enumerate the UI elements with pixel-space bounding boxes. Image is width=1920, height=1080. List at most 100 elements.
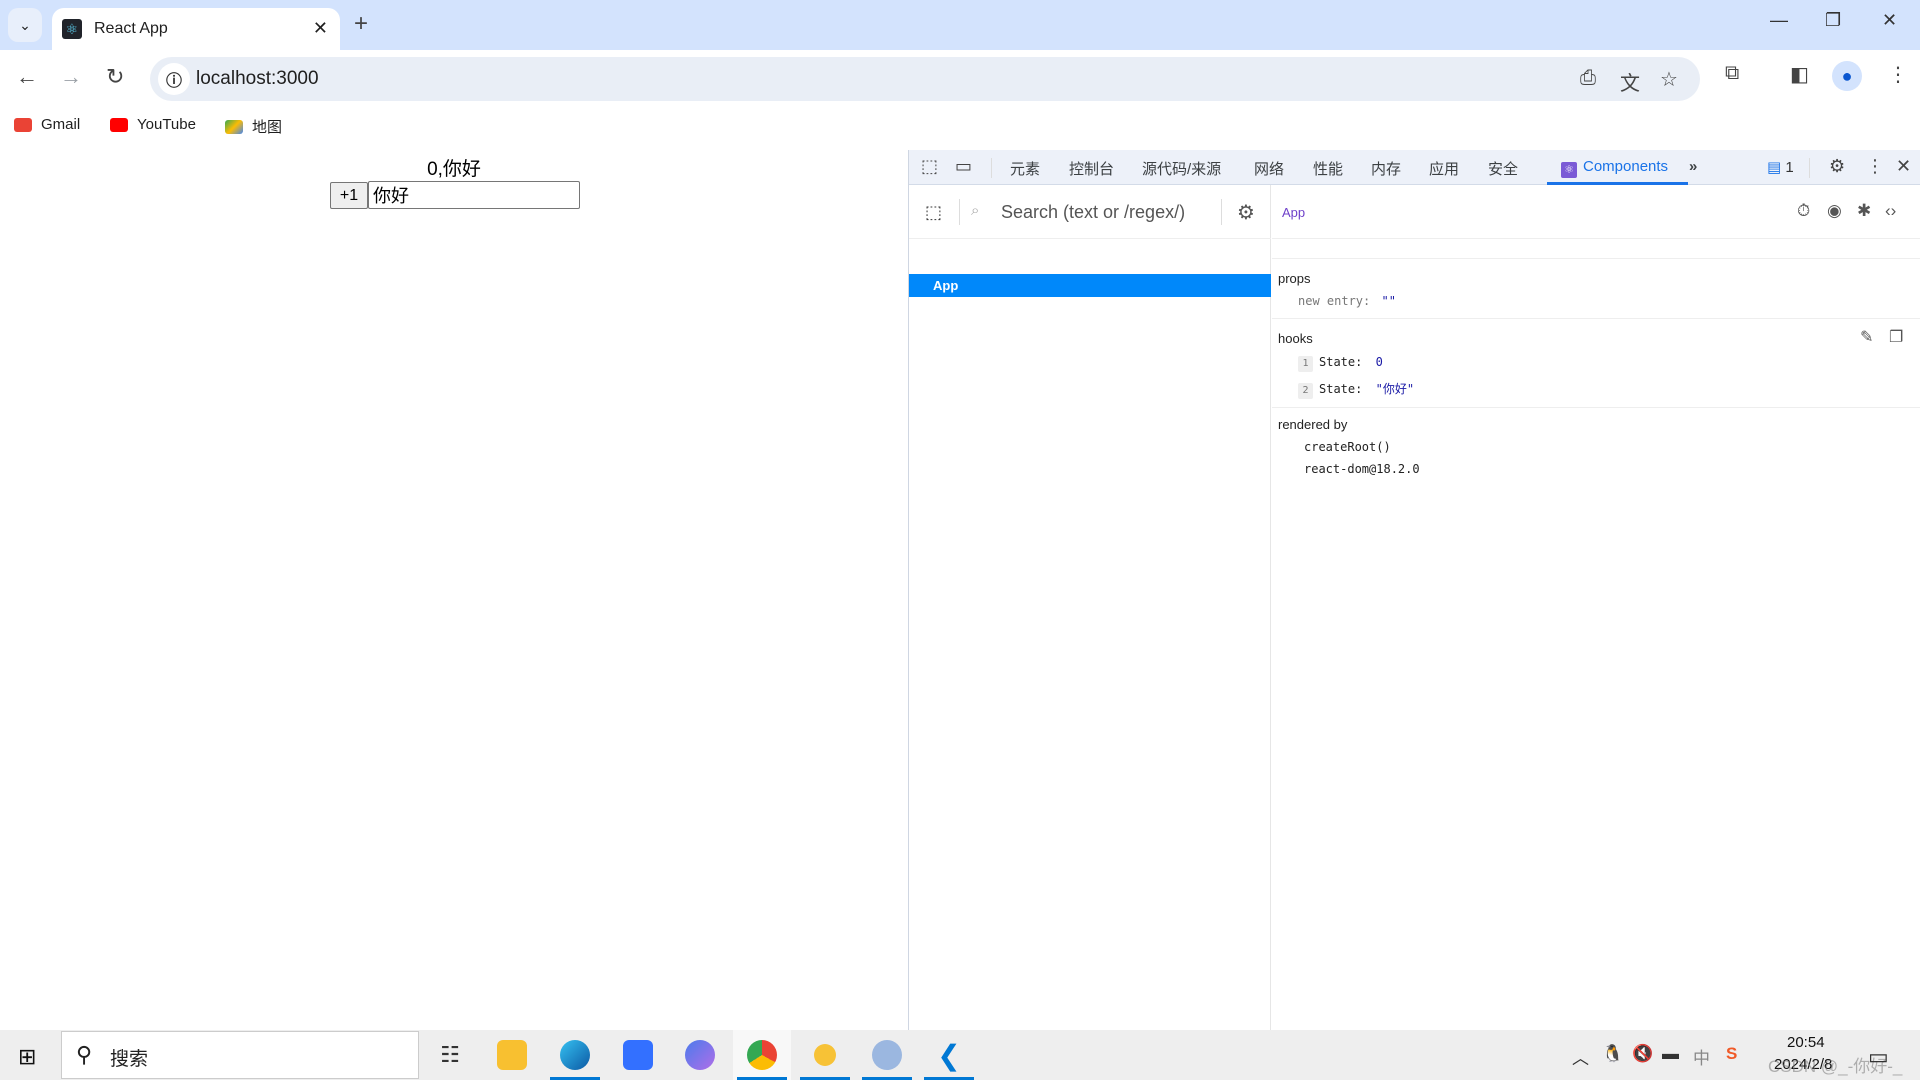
- volume-muted-icon[interactable]: 🔇: [1632, 1044, 1653, 1064]
- divider: [991, 158, 992, 178]
- bookmark-youtube[interactable]: YouTube: [110, 116, 196, 133]
- bookmark-maps[interactable]: 地图: [225, 116, 282, 137]
- text-input[interactable]: [368, 181, 580, 209]
- more-options-icon[interactable]: ⋮: [1866, 156, 1884, 177]
- divider: [1809, 158, 1810, 178]
- selected-component-name: App: [1282, 205, 1306, 220]
- chrome-icon: [747, 1040, 777, 1070]
- hook-index: 1: [1298, 356, 1313, 372]
- close-window-button[interactable]: ✕: [1882, 10, 1897, 31]
- tray-overflow-icon[interactable]: ︿: [1572, 1044, 1589, 1069]
- copilot-button[interactable]: [671, 1030, 729, 1080]
- battery-icon[interactable]: ▬: [1662, 1044, 1679, 1064]
- windows-taskbar: ⊞ ⚲ 搜索 ☷ ❮ ︿ 🐧 🔇 ▬ 中 S 20:54 2024/2/8 CS…: [0, 1030, 1920, 1080]
- prop-row[interactable]: new entry: "": [1298, 294, 1396, 308]
- bug-icon[interactable]: ✱: [1857, 201, 1871, 221]
- close-tab-icon[interactable]: ✕: [313, 18, 328, 39]
- hook-name: State:: [1319, 355, 1363, 369]
- hook-row[interactable]: 2 State: "你好": [1298, 380, 1414, 399]
- tab-search-button[interactable]: ⌄: [8, 8, 42, 42]
- counter-text: 0,你好: [427, 159, 481, 180]
- sogou-icon[interactable]: S: [1726, 1044, 1737, 1064]
- divider: [1221, 199, 1222, 225]
- edge-icon: [560, 1040, 590, 1070]
- device-toolbar-icon[interactable]: ▭: [955, 156, 972, 177]
- inspect-element-icon[interactable]: ⬚: [921, 156, 938, 177]
- hook-row[interactable]: 1 State: 0: [1298, 355, 1383, 372]
- tab-elements[interactable]: 元素: [1010, 158, 1040, 179]
- tab-memory[interactable]: 内存: [1371, 158, 1401, 179]
- reload-button[interactable]: ↻: [106, 64, 124, 90]
- tab-security[interactable]: 安全: [1488, 158, 1518, 179]
- settings-gear-icon[interactable]: ⚙: [1829, 156, 1845, 177]
- eye-icon[interactable]: ◉: [1827, 201, 1842, 221]
- close-devtools-icon[interactable]: ✕: [1896, 156, 1911, 177]
- prop-value[interactable]: "": [1381, 294, 1395, 308]
- bookmark-star-icon[interactable]: ☆: [1660, 67, 1678, 92]
- back-button[interactable]: ←: [16, 64, 38, 90]
- settings-gear-icon[interactable]: ⚙: [1237, 200, 1255, 225]
- more-tabs-button[interactable]: »: [1689, 158, 1697, 175]
- profile-avatar[interactable]: ●: [1832, 61, 1862, 91]
- forward-button[interactable]: →: [60, 64, 82, 90]
- vscode-button[interactable]: ❮: [920, 1030, 978, 1080]
- qq-icon[interactable]: 🐧: [1602, 1044, 1623, 1064]
- menu-kebab-icon[interactable]: ⋮: [1888, 62, 1908, 87]
- edge-button[interactable]: [546, 1030, 604, 1080]
- clock-time[interactable]: 20:54: [1787, 1034, 1825, 1051]
- component-detail-pane: App ⏱ ◉ ✱ ‹› props new entry: "" hooks ✎…: [1272, 185, 1920, 1030]
- chevron-down-icon: ⌄: [19, 16, 31, 33]
- issues-button[interactable]: ▤ 1: [1767, 158, 1794, 176]
- tab-label: Components: [1583, 158, 1669, 175]
- install-app-icon[interactable]: ⎙: [1580, 67, 1596, 90]
- rendered-by-item: createRoot(): [1304, 440, 1391, 454]
- tab-components[interactable]: ⚛ Components: [1561, 158, 1668, 178]
- feishu-button[interactable]: [609, 1030, 667, 1080]
- person-icon: ●: [1841, 65, 1853, 86]
- bookmark-label: YouTube: [137, 116, 196, 133]
- parse-hook-names-icon[interactable]: ✎: [1860, 327, 1873, 347]
- copy-icon[interactable]: ❐: [1889, 327, 1903, 347]
- hook-name: State:: [1319, 382, 1363, 396]
- taskbar-search[interactable]: ⚲ 搜索: [61, 1031, 419, 1079]
- component-search-input[interactable]: [1001, 199, 1211, 225]
- increment-button[interactable]: +1: [330, 182, 368, 209]
- file-explorer-button[interactable]: [483, 1030, 541, 1080]
- browser-toolbar: ← → ↻ ⓘ localhost:3000 ⎙ 文 ☆: [0, 50, 1920, 108]
- site-info-icon[interactable]: ⓘ: [158, 63, 190, 95]
- app-robot-icon: [872, 1040, 902, 1070]
- tab-console[interactable]: 控制台: [1069, 158, 1114, 179]
- side-panel-icon[interactable]: ◧: [1790, 62, 1809, 87]
- hook-value[interactable]: "你好": [1376, 382, 1414, 396]
- address-bar[interactable]: ⓘ localhost:3000 ⎙ 文 ☆: [150, 57, 1700, 101]
- browser-tab[interactable]: ⚛ React App ✕: [52, 8, 340, 50]
- bookmark-label: 地图: [252, 119, 283, 136]
- tab-performance[interactable]: 性能: [1313, 158, 1343, 179]
- copilot-icon: [685, 1040, 715, 1070]
- app-yellow-button[interactable]: [796, 1030, 854, 1080]
- tab-network[interactable]: 网络: [1254, 158, 1284, 179]
- stopwatch-icon[interactable]: ⏱: [1797, 201, 1810, 221]
- new-tab-button[interactable]: +: [354, 10, 368, 38]
- ime-indicator[interactable]: 中: [1693, 1044, 1710, 1069]
- restore-button[interactable]: ❐: [1825, 10, 1841, 31]
- task-view-icon: ☷: [440, 1042, 460, 1067]
- task-view-button[interactable]: ☷: [421, 1030, 479, 1080]
- bookmarks-bar: Gmail YouTube 地图: [0, 108, 1920, 142]
- chrome-button[interactable]: [733, 1030, 791, 1080]
- tab-sources[interactable]: 源代码/来源: [1142, 158, 1221, 179]
- windows-start-icon[interactable]: ⊞: [18, 1044, 36, 1070]
- url-text[interactable]: localhost:3000: [196, 68, 319, 90]
- view-source-icon[interactable]: ‹›: [1885, 201, 1896, 221]
- select-element-icon[interactable]: ⬚: [925, 202, 942, 223]
- app-robot-button[interactable]: [858, 1030, 916, 1080]
- notification-icon[interactable]: ▭: [1868, 1044, 1889, 1070]
- tab-application[interactable]: 应用: [1429, 158, 1459, 179]
- page-viewport: 0,你好 +1: [0, 142, 908, 1030]
- tree-item-app[interactable]: App: [909, 274, 1271, 297]
- translate-icon[interactable]: 文: [1620, 67, 1640, 96]
- bookmark-gmail[interactable]: Gmail: [14, 116, 80, 133]
- extensions-icon[interactable]: ⧉: [1725, 62, 1739, 85]
- minimize-button[interactable]: —: [1770, 10, 1788, 31]
- hook-value[interactable]: 0: [1376, 355, 1383, 369]
